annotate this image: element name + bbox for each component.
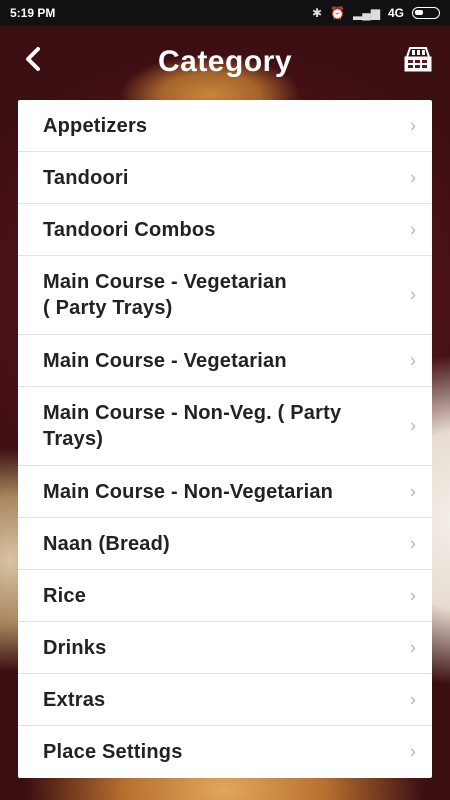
category-item-tandoori-combos[interactable]: Tandoori Combos › <box>18 204 432 256</box>
category-label: Main Course - Vegetarian <box>43 349 287 372</box>
category-item-extras[interactable]: Extras › <box>18 674 432 726</box>
category-label: Appetizers <box>43 114 148 137</box>
category-label: Extras <box>43 688 106 711</box>
status-time: 5:19 PM <box>10 6 56 20</box>
chevron-right-icon: › <box>410 219 416 239</box>
chevron-right-icon: › <box>410 741 416 762</box>
chevron-right-icon: › <box>410 167 416 187</box>
battery-icon <box>412 7 440 19</box>
category-item-drinks[interactable]: Drinks › <box>18 622 432 674</box>
chevron-right-icon: › <box>410 415 416 436</box>
category-label: Tandoori <box>43 166 129 189</box>
chevron-right-icon: › <box>410 284 416 305</box>
signal-icon: ▂▄▆ <box>353 6 380 20</box>
category-item-tandoori[interactable]: Tandoori › <box>18 152 432 204</box>
chevron-right-icon: › <box>410 350 416 370</box>
menu-box-icon <box>404 47 432 72</box>
category-item-main-course-vegetarian-party-trays[interactable]: Main Course - Vegetarian ( Party Trays) … <box>18 256 432 335</box>
network-type: 4G <box>387 6 404 20</box>
category-item-place-settings[interactable]: Place Settings › <box>18 726 432 778</box>
status-bar: 5:19 PM ✱ ⏰ ▂▄▆ 4G <box>0 0 450 26</box>
category-label: Rice <box>43 584 87 607</box>
chevron-right-icon: › <box>410 637 416 657</box>
bluetooth-icon: ✱ <box>312 6 323 20</box>
category-label: Main Course - Non-Vegetarian <box>43 480 334 503</box>
category-list: Appetizers › Tandoori › Tandoori Combos … <box>18 100 432 778</box>
category-label: Drinks <box>43 636 107 659</box>
status-icons: ✱ ⏰ ▂▄▆ 4G <box>312 6 440 20</box>
back-arrow-icon <box>26 47 40 71</box>
chevron-right-icon: › <box>410 585 416 605</box>
category-label: Main Course - Vegetarian ( Party Trays) <box>43 271 287 319</box>
alarm-icon: ⏰ <box>330 6 346 20</box>
chevron-right-icon: › <box>410 689 416 709</box>
category-label: Main Course - Non-Veg. ( Party Trays) <box>43 402 342 450</box>
menu-box-button[interactable] <box>402 44 434 74</box>
category-label: Place Settings <box>43 741 183 763</box>
category-item-main-course-vegetarian[interactable]: Main Course - Vegetarian › <box>18 335 432 387</box>
chevron-right-icon: › <box>410 115 416 135</box>
chevron-right-icon: › <box>410 481 416 501</box>
category-label: Naan (Bread) <box>43 532 170 555</box>
category-item-rice[interactable]: Rice › <box>18 570 432 622</box>
category-item-main-course-non-veg-party-trays[interactable]: Main Course - Non-Veg. ( Party Trays) › <box>18 387 432 466</box>
back-button[interactable] <box>18 44 48 74</box>
chevron-right-icon: › <box>410 533 416 553</box>
app-header: Category <box>0 26 450 98</box>
category-label: Tandoori Combos <box>43 218 216 241</box>
page-title: Category <box>157 45 293 78</box>
category-item-main-course-non-vegetarian[interactable]: Main Course - Non-Vegetarian › <box>18 466 432 518</box>
category-item-naan[interactable]: Naan (Bread) › <box>18 518 432 570</box>
category-item-appetizers[interactable]: Appetizers › <box>18 100 432 152</box>
